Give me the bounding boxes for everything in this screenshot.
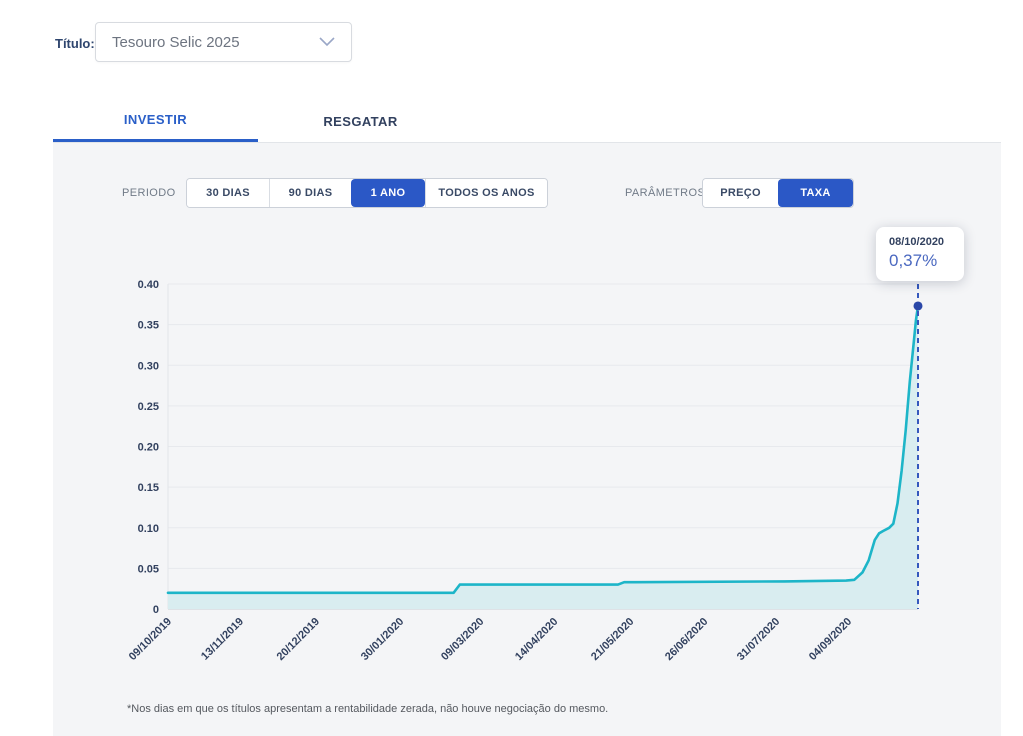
svg-text:13/11/2019: 13/11/2019 bbox=[199, 616, 246, 663]
svg-text:0: 0 bbox=[153, 604, 159, 616]
svg-text:26/06/2020: 26/06/2020 bbox=[663, 616, 710, 663]
svg-text:0.30: 0.30 bbox=[138, 360, 159, 372]
svg-text:0.40: 0.40 bbox=[138, 279, 159, 291]
svg-text:04/09/2020: 04/09/2020 bbox=[807, 616, 854, 663]
svg-text:20/12/2019: 20/12/2019 bbox=[275, 616, 322, 663]
svg-text:09/10/2019: 09/10/2019 bbox=[127, 616, 174, 663]
svg-text:30/01/2020: 30/01/2020 bbox=[359, 616, 406, 663]
tesouro-rate-page: Título: Tesouro Selic 2025 INVESTIR RESG… bbox=[0, 0, 1023, 736]
svg-text:14/04/2020: 14/04/2020 bbox=[513, 616, 560, 663]
svg-text:0.35: 0.35 bbox=[138, 320, 159, 332]
svg-text:21/05/2020: 21/05/2020 bbox=[589, 616, 636, 663]
svg-text:0.25: 0.25 bbox=[138, 401, 159, 413]
tooltip-date: 08/10/2020 bbox=[889, 236, 951, 248]
svg-text:31/07/2020: 31/07/2020 bbox=[735, 616, 782, 663]
rate-area-chart[interactable]: 0 0.05 0.10 0.15 0.20 0.25 0.30 0.35 0.40 09/10/2… bbox=[0, 0, 1023, 736]
chart-tooltip: 08/10/2020 0,37% bbox=[876, 227, 964, 281]
svg-text:0.15: 0.15 bbox=[138, 482, 159, 494]
tooltip-value: 0,37% bbox=[889, 251, 951, 271]
svg-text:0.10: 0.10 bbox=[138, 523, 159, 535]
svg-text:0.05: 0.05 bbox=[138, 563, 159, 575]
svg-text:0.20: 0.20 bbox=[138, 442, 159, 454]
svg-text:09/03/2020: 09/03/2020 bbox=[439, 616, 486, 663]
